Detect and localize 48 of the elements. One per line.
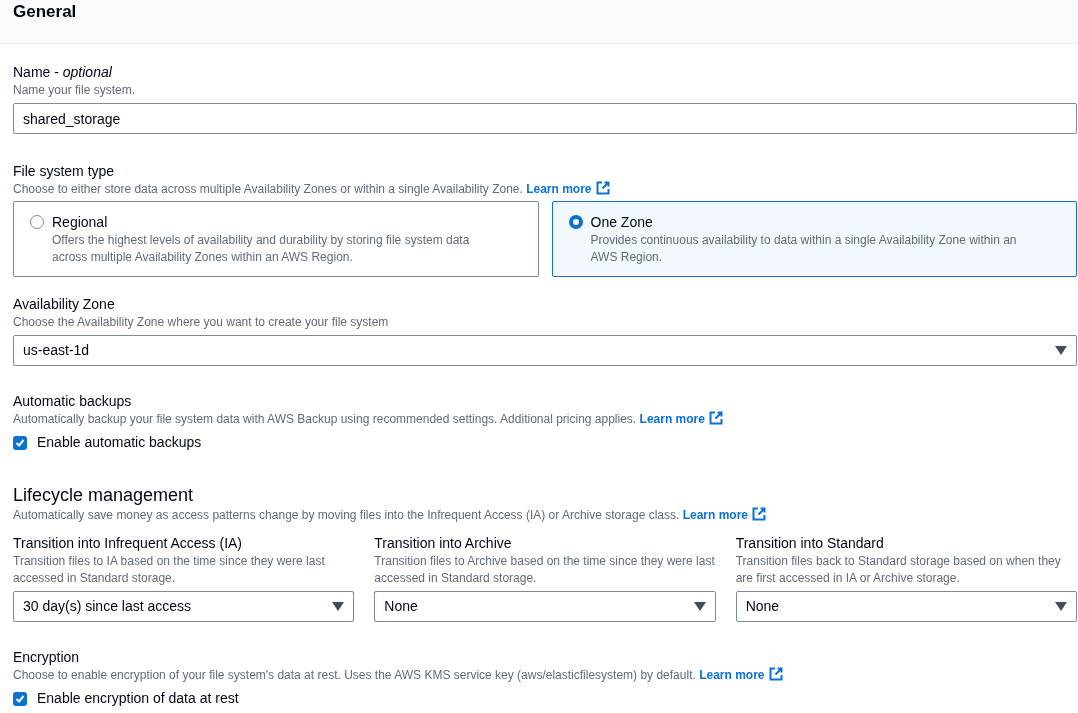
select-dropdown[interactable]: 30 day(s) since last access <box>13 591 355 622</box>
field-description: Choose to enable encryption of your file system's data at rest. Uses the AWS KMS service key (aws/elasticfilesystem) by default. Learn more <box>13 667 1077 684</box>
select-dropdown[interactable]: None <box>374 591 716 622</box>
field-description: Automatically save money as access patterns change by moving files into the Infrequent Access (IA) or Archive storage class. Learn more <box>13 507 1077 524</box>
field-label: Transition into Infrequent Access (IA) <box>13 534 244 553</box>
checkbox-label: Enable encryption of data at rest <box>37 689 239 708</box>
field-description: Automatically backup your file system data with AWS Backup using recommended settings. Additional pricing applies. Learn more <box>13 411 1077 428</box>
field-label: Transition into Archive <box>374 534 513 553</box>
checkbox[interactable] <box>13 435 27 450</box>
field-description: Choose to either store data across multiple Availability Zones or within a single Availability Zone. Learn more <box>13 181 1077 198</box>
field-description: Transition files to Archive based on the time since they were last accessed in Standard storage. <box>374 553 716 587</box>
option-title: One Zone <box>590 213 654 232</box>
field-description: Transition files to IA based on the time since they were last accessed in Standard storage. <box>13 553 326 587</box>
field-description: Transition files back to Standard storage based on when they are first accessed in IA or Archive storage. <box>735 553 1062 587</box>
external-link-icon <box>768 667 783 681</box>
select-dropdown[interactable]: us-east-1d <box>13 335 1077 366</box>
learn-more-link[interactable]: Learn more <box>682 508 767 522</box>
option-description: Provides continuous availability to data within a single Availability Zone within an AWS Region. <box>590 232 1018 266</box>
section-heading: Lifecycle management <box>13 484 195 507</box>
radio-card[interactable]: One Zone Provides continuous availability to data within a single Availability Zone within an AWS Region. <box>551 201 1077 277</box>
field-description: Name your file system. <box>13 82 137 99</box>
checkbox-label: Enable automatic backups <box>37 433 202 452</box>
radio-card[interactable]: Regional Offers the highest levels of availability and durability by storing file system data across multiple Availability Zones within an AWS Region. <box>13 201 539 277</box>
field-label: Encryption <box>13 648 81 667</box>
external-link-icon <box>708 411 723 425</box>
external-link-icon <box>752 507 767 521</box>
field-label: Transition into Standard <box>735 534 885 553</box>
select-dropdown[interactable]: None <box>735 591 1077 622</box>
section-title: General <box>13 1 78 23</box>
learn-more-link[interactable]: Learn more <box>526 182 610 196</box>
external-link-icon <box>595 181 610 195</box>
option-title: Regional <box>52 213 109 232</box>
caret-down-icon <box>1055 346 1067 355</box>
field-label: Name - optional <box>13 63 113 82</box>
learn-more-link[interactable]: Learn more <box>699 668 783 682</box>
radio-button[interactable] <box>568 215 583 229</box>
caret-down-icon <box>1055 602 1067 611</box>
field-label: Automatic backups <box>13 392 133 411</box>
field-label: Availability Zone <box>13 295 116 314</box>
learn-more-link[interactable]: Learn more <box>639 412 723 426</box>
caret-down-icon <box>332 602 345 611</box>
name-input-field[interactable]: shared_storage <box>13 103 1077 134</box>
radio-button[interactable] <box>30 215 44 229</box>
field-description: Choose the Availability Zone where you want to create your file system <box>13 314 390 331</box>
checkbox[interactable] <box>13 691 27 706</box>
caret-down-icon <box>693 602 706 611</box>
field-label: File system type <box>13 162 116 181</box>
option-description: Offers the highest levels of availability and durability by storing file system data across multiple Availability Zones within an AWS Region. <box>52 232 471 266</box>
